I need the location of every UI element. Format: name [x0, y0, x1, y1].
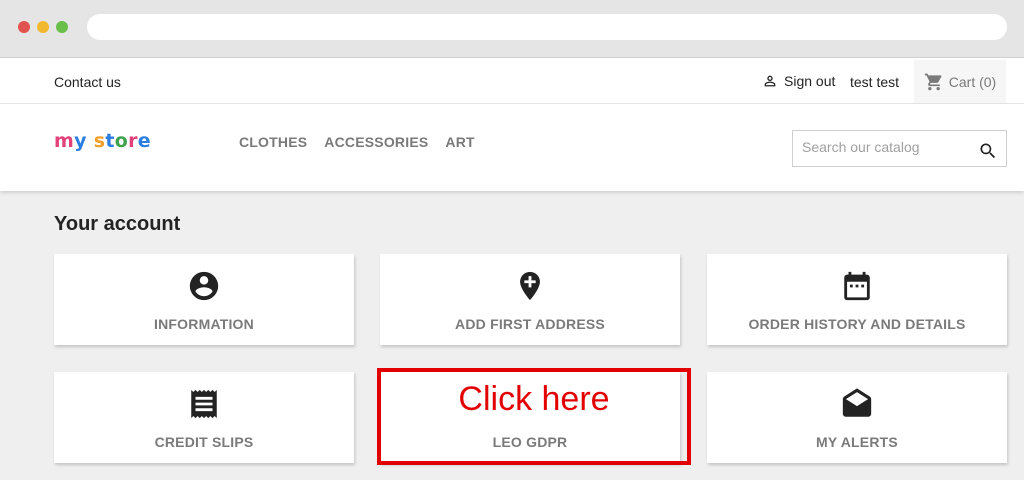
add-location-icon [520, 271, 540, 301]
store-logo[interactable]: my store [54, 130, 151, 152]
order-history-card[interactable]: ORDER HISTORY AND DETAILS [707, 254, 1007, 345]
maximize-window-dot[interactable] [56, 21, 68, 33]
calendar-icon [844, 271, 870, 301]
receipt-icon [191, 389, 217, 419]
account-circle-icon [189, 271, 219, 301]
site-header: my store CLOTHES ACCESSORIES ART [0, 104, 1024, 191]
card-label: ORDER HISTORY AND DETAILS [748, 316, 966, 332]
click-here-text: Click here [458, 380, 610, 418]
page-title: Your account [54, 213, 181, 235]
card-label: MY ALERTS [816, 434, 898, 450]
cart-icon [924, 73, 942, 90]
address-bar[interactable] [87, 14, 1007, 40]
card-label: INFORMATION [154, 316, 254, 332]
main-menu: CLOTHES ACCESSORIES ART [239, 134, 475, 150]
credit-slips-card[interactable]: CREDIT SLIPS [54, 372, 354, 463]
search-box [792, 130, 1007, 167]
search-icon[interactable] [978, 141, 998, 161]
browser-chrome [0, 0, 1024, 58]
card-label: CREDIT SLIPS [154, 434, 254, 450]
drafts-icon [842, 388, 872, 417]
minimize-window-dot[interactable] [37, 21, 49, 33]
information-card[interactable]: INFORMATION [54, 254, 354, 345]
menu-item-art[interactable]: ART [445, 134, 474, 150]
menu-item-clothes[interactable]: CLOTHES [239, 134, 307, 150]
page: Contact us Sign out test test Cart (0) m… [0, 60, 1024, 480]
top-nav: Contact us Sign out test test Cart (0) [0, 60, 1024, 104]
click-here-annotation: Click here [377, 368, 691, 465]
contact-us-link[interactable]: Contact us [54, 74, 121, 90]
sign-out-label: Sign out [784, 73, 836, 89]
search-input[interactable] [802, 139, 972, 155]
cart-label: Cart (0) [948, 73, 997, 90]
add-address-card[interactable]: ADD FIRST ADDRESS [380, 254, 680, 345]
my-alerts-card[interactable]: MY ALERTS [707, 372, 1007, 463]
close-window-dot[interactable] [18, 21, 30, 33]
account-main: Your account INFORMATION ADD FIRST ADDRE… [0, 191, 1024, 480]
cart-button[interactable]: Cart (0) [914, 60, 1006, 103]
sign-out-link[interactable]: Sign out [762, 73, 835, 89]
user-icon [764, 75, 776, 87]
menu-item-accessories[interactable]: ACCESSORIES [324, 134, 428, 150]
card-label: ADD FIRST ADDRESS [455, 316, 605, 332]
account-name-link[interactable]: test test [850, 74, 899, 90]
